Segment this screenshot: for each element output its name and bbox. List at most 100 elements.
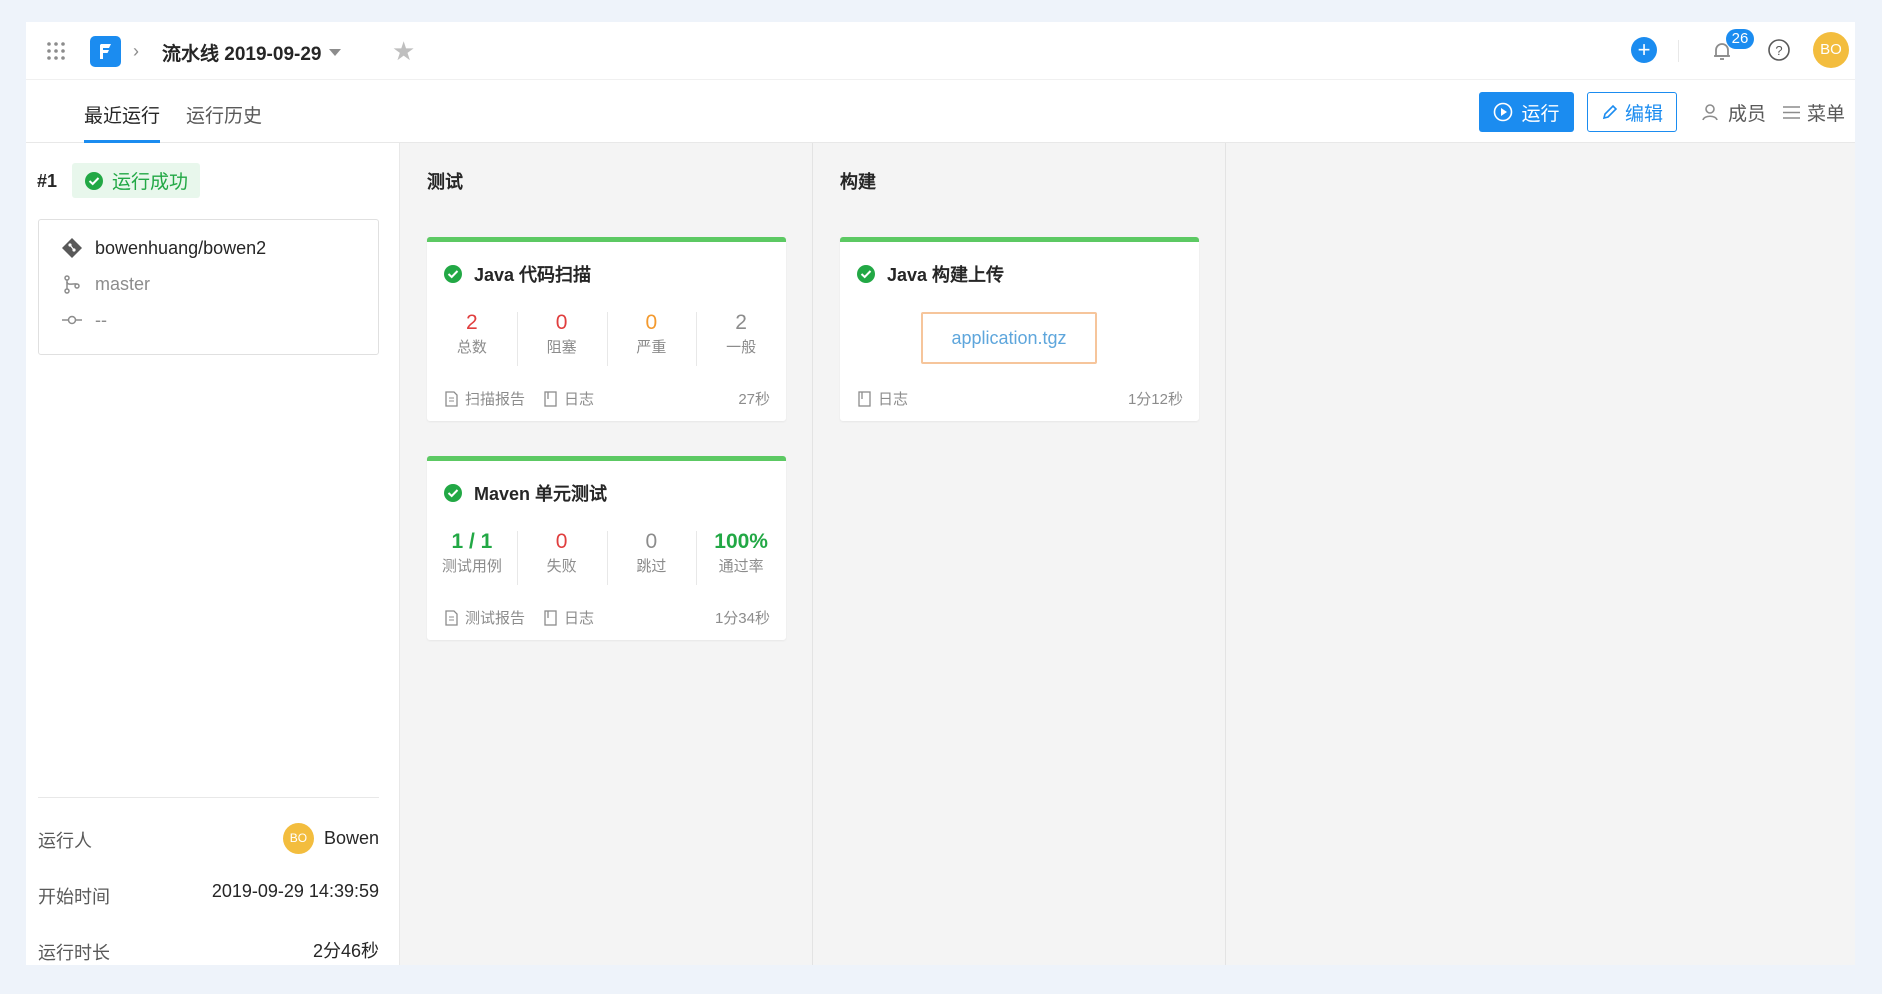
pencil-icon bbox=[1602, 104, 1618, 120]
user-icon bbox=[1702, 104, 1718, 121]
tab-recent-runs[interactable]: 最近运行 bbox=[84, 101, 161, 143]
pipeline-name: 流水线 2019-09-29 bbox=[162, 44, 322, 65]
stat-failed: 0 失败 bbox=[516, 528, 607, 588]
menu-label: 菜单 bbox=[1807, 103, 1846, 125]
run-summary-panel: #1 运行成功 bowenhuang/bowen2 master -- 运行人 … bbox=[26, 143, 400, 965]
report-icon bbox=[445, 390, 458, 407]
job-header: Java 构建上传 bbox=[856, 261, 1004, 287]
job-header: Maven 单元测试 bbox=[443, 480, 607, 506]
test-report-link[interactable]: 测试报告 bbox=[444, 607, 525, 628]
top-bar: › 流水线 2019-09-29 ★ + 26 ? BO bbox=[26, 22, 1855, 80]
stage-title: 测试 bbox=[427, 172, 463, 192]
stat-value: 100% bbox=[714, 530, 768, 553]
stat-total: 2 总数 bbox=[427, 309, 517, 369]
user-avatar[interactable]: BO bbox=[1813, 32, 1849, 68]
stat-value: 0 bbox=[645, 311, 658, 334]
branch-icon bbox=[64, 275, 80, 294]
pipeline-window: › 流水线 2019-09-29 ★ + 26 ? BO 最近运行 运行历史 运… bbox=[26, 22, 1855, 965]
job-name: Java 构建上传 bbox=[887, 265, 1005, 285]
repo-name[interactable]: bowenhuang/bowen2 bbox=[95, 238, 266, 259]
job-header: Java 代码扫描 bbox=[443, 261, 591, 287]
log-label: 日志 bbox=[564, 391, 595, 408]
duration-label: 运行时长 bbox=[38, 943, 110, 963]
help-icon[interactable]: ? bbox=[1766, 37, 1792, 63]
edit-button[interactable]: 编辑 bbox=[1587, 92, 1677, 132]
commit-id: -- bbox=[95, 309, 107, 330]
report-icon bbox=[445, 609, 458, 626]
stage-title: 构建 bbox=[840, 172, 876, 192]
commit-row: -- bbox=[61, 309, 107, 331]
runner-value: BO Bowen bbox=[282, 823, 379, 854]
commit-icon bbox=[62, 315, 82, 325]
stat-value: 2 bbox=[735, 311, 747, 334]
menu-icon bbox=[1783, 105, 1800, 119]
duration-value: 2分46秒 bbox=[312, 941, 379, 961]
runner-name: Bowen bbox=[323, 828, 379, 848]
stat-blocker: 0 阻塞 bbox=[516, 309, 607, 369]
breadcrumb-chevron-icon: › bbox=[133, 41, 139, 61]
job-name: Maven 单元测试 bbox=[474, 484, 608, 504]
menu-button[interactable]: 菜单 bbox=[1783, 92, 1845, 132]
stat-label: 阻塞 bbox=[546, 339, 577, 356]
artifact-link[interactable]: application.tgz bbox=[921, 312, 1097, 364]
pipeline-name-dropdown[interactable]: 流水线 2019-09-29 bbox=[162, 39, 342, 66]
stat-label: 总数 bbox=[456, 339, 487, 356]
status-text: 运行成功 bbox=[112, 172, 189, 193]
stat-value: 1 / 1 bbox=[451, 530, 493, 553]
stat-value: 0 bbox=[555, 530, 568, 553]
job-stats: 1 / 1 测试用例 0 失败 0 跳过 100% 通过率 bbox=[427, 528, 786, 588]
check-circle-icon bbox=[85, 171, 103, 190]
log-link[interactable]: 日志 bbox=[543, 388, 594, 409]
stat-normal: 2 一般 bbox=[696, 309, 786, 369]
job-name: Java 代码扫描 bbox=[474, 265, 592, 285]
start-time-label: 开始时间 bbox=[38, 887, 110, 907]
branch-name: master bbox=[95, 273, 151, 294]
run-button[interactable]: 运行 bbox=[1479, 92, 1574, 132]
stat-label: 通过率 bbox=[718, 558, 764, 575]
runner-avatar: BO bbox=[282, 823, 314, 854]
log-label: 日志 bbox=[564, 610, 595, 627]
start-time-value: 2019-09-29 14:39:59 bbox=[211, 881, 379, 901]
job-footer: 扫描报告 日志 27秒 bbox=[444, 388, 770, 409]
stage-column-build: 构建 Java 构建上传 application.tgz 日志 1分12秒 bbox=[813, 143, 1226, 965]
test-report-label: 测试报告 bbox=[465, 610, 526, 627]
log-icon bbox=[544, 609, 557, 626]
stat-test-cases: 1 / 1 测试用例 bbox=[427, 528, 517, 588]
divider bbox=[1678, 40, 1679, 62]
star-icon[interactable]: ★ bbox=[392, 36, 415, 67]
job-duration: 1分34秒 bbox=[714, 610, 770, 627]
stat-skipped: 0 跳过 bbox=[606, 528, 697, 588]
status-badge: 运行成功 bbox=[72, 163, 201, 198]
tab-run-history[interactable]: 运行历史 bbox=[186, 101, 262, 143]
log-icon bbox=[858, 390, 871, 407]
tab-bar: 最近运行 运行历史 运行 编辑 成员 菜单 bbox=[26, 80, 1855, 143]
play-circle-icon bbox=[1494, 102, 1513, 122]
chevron-down-icon bbox=[329, 49, 342, 56]
job-footer: 测试报告 日志 1分34秒 bbox=[444, 607, 770, 628]
job-duration: 27秒 bbox=[738, 391, 770, 408]
scan-report-link[interactable]: 扫描报告 bbox=[444, 388, 525, 409]
empty-stage-area bbox=[1226, 143, 1855, 965]
edit-button-label: 编辑 bbox=[1624, 103, 1663, 125]
members-label: 成员 bbox=[1728, 103, 1767, 125]
members-button[interactable]: 成员 bbox=[1701, 92, 1766, 132]
stat-pass-rate: 100% 通过率 bbox=[696, 528, 786, 588]
job-card-unit-test[interactable]: Maven 单元测试 1 / 1 测试用例 0 失败 0 跳过 100% 通过率 bbox=[427, 456, 786, 640]
job-stats: 2 总数 0 阻塞 0 严重 2 一般 bbox=[427, 309, 786, 369]
add-button[interactable]: + bbox=[1631, 37, 1657, 63]
job-duration: 1分12秒 bbox=[1127, 391, 1183, 408]
stat-value: 2 bbox=[466, 311, 478, 334]
divider bbox=[38, 797, 379, 798]
log-icon bbox=[544, 390, 557, 407]
job-card-build-upload[interactable]: Java 构建上传 application.tgz 日志 1分12秒 bbox=[840, 237, 1199, 421]
runner-label: 运行人 bbox=[38, 831, 92, 851]
stat-label: 严重 bbox=[636, 339, 667, 356]
app-grid-icon[interactable] bbox=[46, 41, 66, 61]
product-logo[interactable] bbox=[90, 36, 121, 67]
log-link[interactable]: 日志 bbox=[857, 388, 908, 409]
stage-column-test: 测试 Java 代码扫描 2 总数 0 阻塞 0 严重 2 一般 扫描报告 日志… bbox=[400, 143, 813, 965]
job-card-code-scan[interactable]: Java 代码扫描 2 总数 0 阻塞 0 严重 2 一般 扫描报告 日志 27… bbox=[427, 237, 786, 421]
git-icon bbox=[62, 238, 82, 258]
run-number: #1 bbox=[37, 171, 58, 191]
log-link[interactable]: 日志 bbox=[543, 607, 594, 628]
